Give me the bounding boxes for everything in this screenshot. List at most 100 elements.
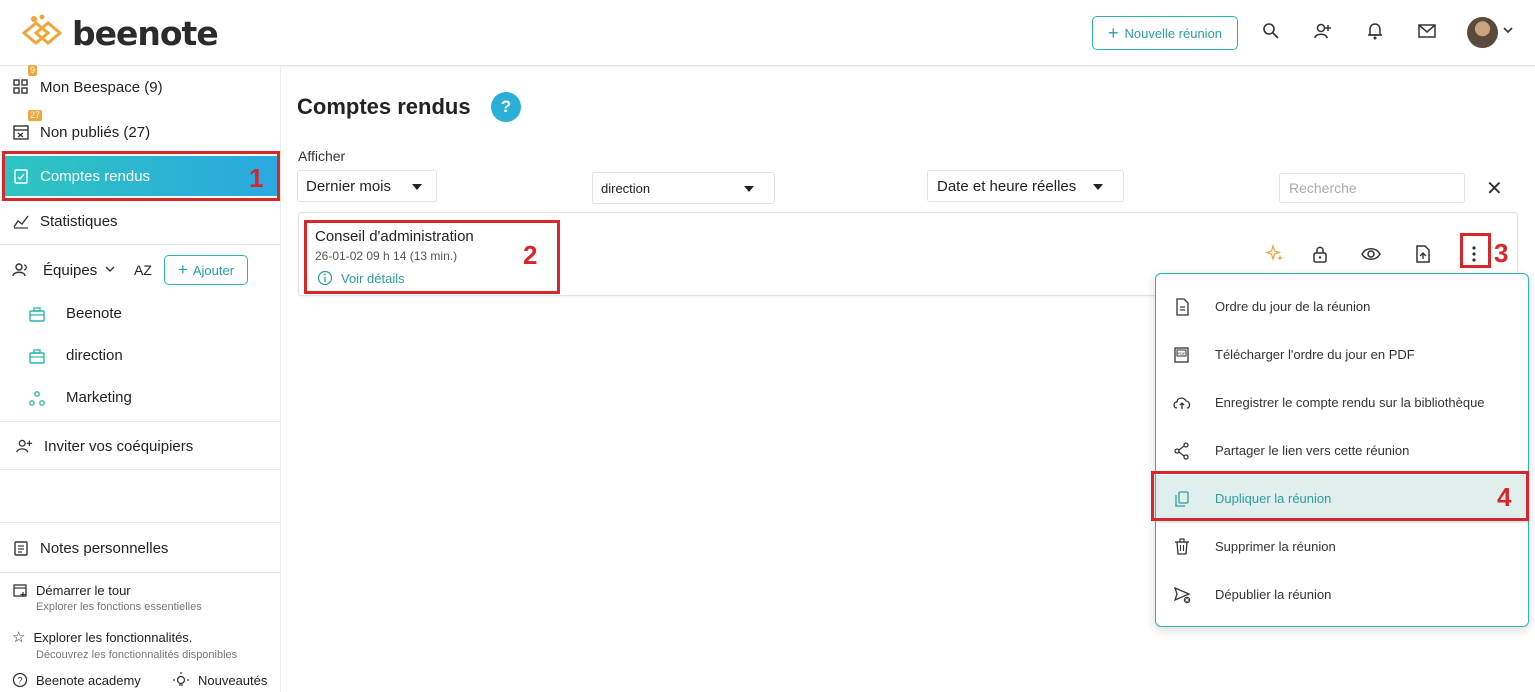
add-user-icon[interactable]: [1312, 20, 1334, 42]
close-icon[interactable]: ✕: [1486, 176, 1503, 201]
sparkle-icon[interactable]: [1265, 244, 1285, 264]
tour-label: Démarrer le tour: [36, 582, 131, 598]
menu-item-label: Supprimer la réunion: [1215, 539, 1336, 554]
teams-label[interactable]: Équipes: [43, 262, 97, 279]
svg-text:?: ?: [17, 676, 22, 686]
star-icon: ☆: [12, 629, 26, 646]
search-icon[interactable]: [1260, 20, 1282, 42]
mail-icon[interactable]: [1416, 20, 1438, 42]
copy-icon: [1175, 491, 1189, 507]
sidebar-item-label: Non publiés (27): [40, 123, 151, 141]
date-select[interactable]: Date et heure réelles: [927, 170, 1124, 202]
start-tour[interactable]: Démarrer le tour Explorer les fonctions …: [12, 582, 202, 613]
send-cancel-icon: [1173, 586, 1191, 604]
add-team-label: Ajouter: [192, 262, 235, 278]
explore-subtitle: Découvrez les fonctionnalités disponible…: [36, 649, 238, 661]
menu-item-label: Enregistrer le compte rendu sur la bibli…: [1215, 395, 1485, 410]
briefcase-icon: [29, 349, 45, 364]
help-circle-icon: ?: [12, 672, 28, 688]
search-input[interactable]: Recherche: [1279, 173, 1465, 203]
team-label: Beenote: [66, 305, 122, 322]
beespace-badge: 9: [28, 65, 38, 76]
menu-item-agenda[interactable]: Ordre du jour de la réunion: [1156, 283, 1528, 331]
bell-icon[interactable]: [1364, 20, 1386, 42]
team-label: direction: [66, 347, 123, 364]
news-label: Nouveautés: [198, 672, 268, 688]
notes-label: Notes personnelles: [40, 539, 169, 557]
divider: [0, 421, 281, 422]
team-select[interactable]: direction: [592, 172, 775, 204]
lock-icon[interactable]: [1310, 244, 1330, 264]
briefcase-icon: [29, 307, 45, 322]
calendar-x-icon: [13, 125, 29, 140]
team-item-beenote[interactable]: Beenote: [0, 299, 281, 329]
chevron-down-icon[interactable]: [1502, 24, 1514, 36]
chevron-down-icon[interactable]: [105, 265, 115, 273]
sidebar-item-label: Comptes rendus: [40, 167, 151, 185]
sort-az-icon[interactable]: AZ: [134, 262, 152, 278]
caret-down-icon: [1093, 184, 1103, 190]
explore-features[interactable]: ☆ Explorer les fonctionnalités. Découvre…: [12, 628, 237, 661]
new-meeting-button[interactable]: + Nouvelle réunion: [1092, 16, 1238, 50]
filter-label: Afficher: [298, 148, 346, 164]
avatar[interactable]: [1467, 17, 1498, 48]
annotation-number-3: 3: [1494, 238, 1509, 268]
menu-item-unpublish[interactable]: Dépublier la réunion: [1156, 571, 1528, 619]
divider: [0, 522, 281, 523]
menu-item-save-library[interactable]: Enregistrer le compte rendu sur la bibli…: [1156, 379, 1528, 427]
whats-new[interactable]: Nouveautés: [172, 672, 267, 688]
menu-item-delete[interactable]: Supprimer la réunion: [1156, 523, 1528, 571]
upload-file-icon[interactable]: [1413, 244, 1433, 264]
sidebar-item-mon-beespace[interactable]: 9 Mon Beespace (9): [0, 65, 281, 107]
academy-label: Beenote academy: [36, 672, 141, 688]
network-icon: [29, 391, 45, 406]
document-icon: [1176, 298, 1189, 316]
sidebar: 9 Mon Beespace (9) 27 Non publiés (27) C…: [0, 65, 281, 692]
annotation-number-4: 4: [1497, 482, 1512, 512]
top-bar: beenote + Nouvelle réunion: [0, 0, 1535, 66]
menu-item-download-pdf[interactable]: PDF Télécharger l'ordre du jour en PDF: [1156, 331, 1528, 379]
beenote-logo[interactable]: beenote: [16, 12, 219, 54]
meeting-date: 26-01-02 09 h 14 (13 min.): [315, 249, 458, 263]
invite-teammates[interactable]: Inviter vos coéquipiers: [0, 426, 281, 466]
period-value: Dernier mois: [306, 177, 392, 195]
help-icon[interactable]: ?: [491, 92, 521, 122]
sidebar-item-non-publies[interactable]: 27 Non publiés (27): [0, 110, 281, 152]
pdf-icon: PDF: [1174, 347, 1189, 363]
caret-down-icon: [744, 186, 754, 192]
calendar-plus-icon: [13, 584, 27, 597]
menu-item-label: Dépublier la réunion: [1215, 587, 1332, 602]
divider: [0, 244, 281, 245]
sidebar-item-statistiques[interactable]: Statistiques: [0, 201, 281, 241]
menu-item-duplicate[interactable]: Dupliquer la réunion: [1156, 475, 1528, 523]
sidebar-item-label: Mon Beespace (9): [40, 78, 163, 96]
add-team-button[interactable]: + Ajouter: [164, 255, 248, 285]
beenote-academy[interactable]: ? Beenote academy: [12, 672, 141, 688]
non-publies-badge: 27: [28, 110, 43, 121]
annotation-number-2: 2: [523, 240, 538, 270]
period-select[interactable]: Dernier mois: [297, 170, 437, 202]
team-item-marketing[interactable]: Marketing: [0, 383, 281, 413]
new-meeting-label: Nouvelle réunion: [1124, 25, 1223, 41]
lightbulb-icon: [173, 672, 189, 686]
notes-icon: [14, 541, 28, 556]
team-item-direction[interactable]: direction: [0, 341, 281, 371]
sidebar-item-comptes-rendus[interactable]: Comptes rendus: [4, 156, 278, 196]
view-details-link[interactable]: Voir détails: [317, 270, 405, 286]
menu-item-share-link[interactable]: Partager le lien vers cette réunion: [1156, 427, 1528, 475]
date-value: Date et heure réelles: [937, 177, 1077, 195]
plus-icon: +: [177, 260, 188, 279]
grid-icon: [13, 79, 28, 94]
clipboard-check-icon: [14, 169, 28, 184]
eye-icon[interactable]: [1361, 244, 1381, 264]
personal-notes[interactable]: Notes personnelles: [0, 528, 281, 568]
meeting-title[interactable]: Conseil d'administration: [315, 228, 474, 245]
menu-item-label: Partager le lien vers cette réunion: [1215, 443, 1410, 458]
more-vertical-icon[interactable]: [1466, 244, 1486, 264]
logo-text: beenote: [72, 13, 219, 53]
users-icon: [12, 263, 27, 277]
svg-text:PDF: PDF: [1178, 351, 1187, 356]
cloud-upload-icon: [1173, 397, 1191, 409]
meeting-actions-menu: Ordre du jour de la réunion PDF Téléchar…: [1155, 273, 1529, 627]
annotation-number-1: 1: [249, 163, 264, 193]
